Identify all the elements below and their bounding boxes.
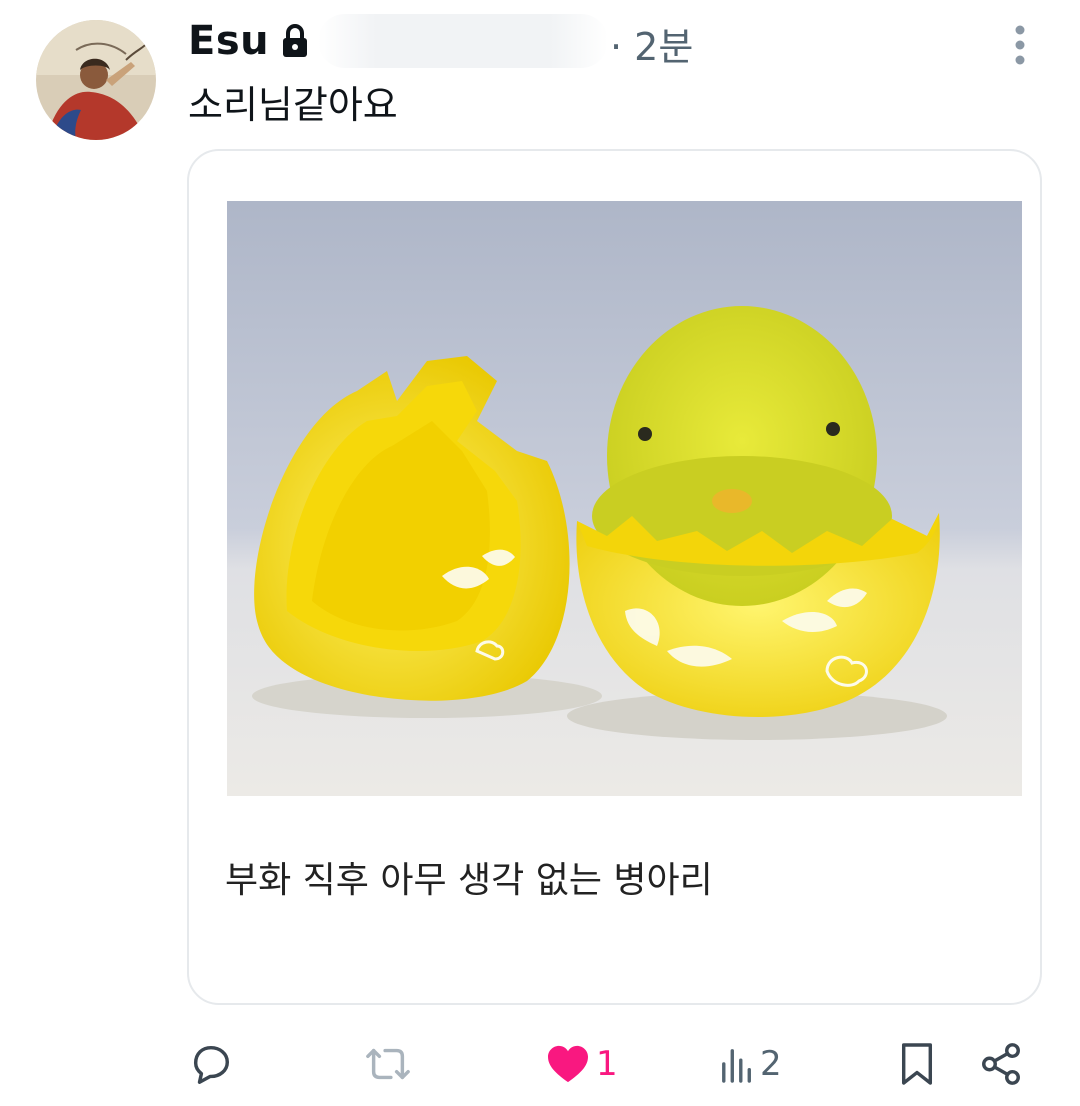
- post-timestamp[interactable]: · 2분: [610, 16, 693, 71]
- repost-icon: [366, 1048, 410, 1080]
- reply-button[interactable]: [188, 1036, 234, 1092]
- avatar-image: [36, 20, 156, 140]
- views-button[interactable]: 2: [720, 1036, 782, 1092]
- share-button[interactable]: [978, 1036, 1024, 1092]
- views-icon: [722, 1049, 751, 1083]
- more-vertical-icon[interactable]: [1004, 22, 1036, 68]
- lock-icon: [279, 23, 311, 59]
- card-caption: 부화 직후 아무 생각 없는 병아리: [225, 860, 713, 901]
- like-count: 1: [596, 1044, 618, 1084]
- chick-in-eggshell-photo[interactable]: [227, 201, 1022, 796]
- bookmark-button[interactable]: [898, 1036, 936, 1092]
- author-handle-redacted: [318, 14, 608, 68]
- action-bar: 1 2: [0, 1036, 1080, 1092]
- avatar[interactable]: [36, 20, 156, 140]
- media-card[interactable]: 부화 직후 아무 생각 없는 병아리: [187, 149, 1042, 1005]
- heart-filled-icon: [548, 1045, 588, 1083]
- bookmark-icon: [901, 1043, 933, 1085]
- reply-icon: [193, 1045, 230, 1084]
- views-count: 2: [760, 1044, 782, 1084]
- post-text: 소리님같아요: [188, 83, 398, 127]
- like-button[interactable]: 1: [546, 1036, 618, 1092]
- author-name[interactable]: Esu: [188, 18, 269, 64]
- repost-button[interactable]: [362, 1036, 414, 1092]
- author-row: Esu: [188, 14, 311, 68]
- share-icon: [982, 1043, 1020, 1085]
